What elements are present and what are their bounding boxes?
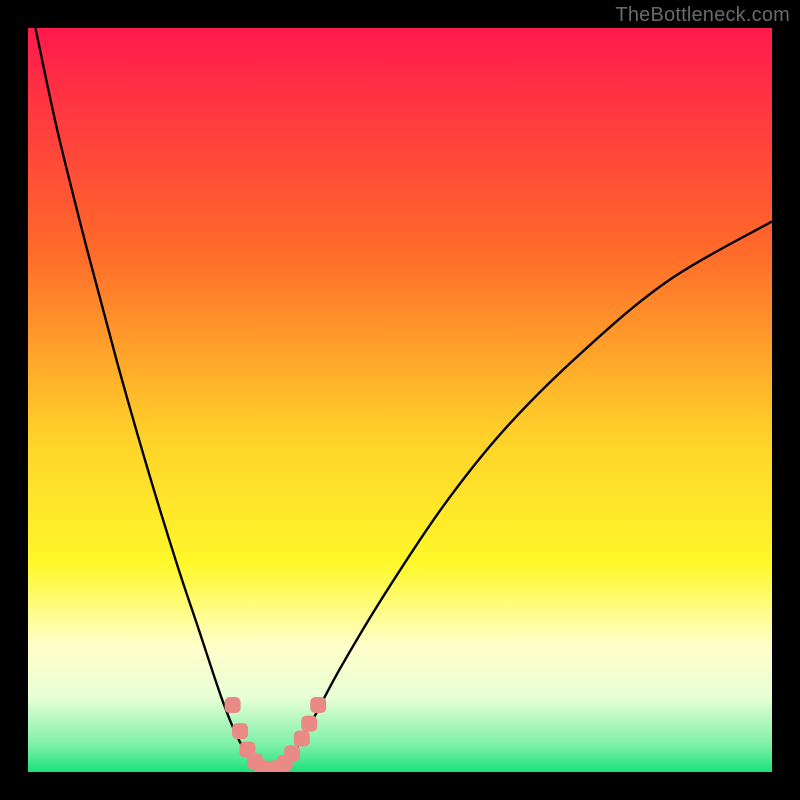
bottleneck-chart [28,28,772,772]
marker-point [301,716,317,732]
marker-point [225,697,241,713]
marker-point [232,723,248,739]
plot-area [28,28,772,772]
attribution-text: TheBottleneck.com [615,4,790,27]
marker-point [310,697,326,713]
marker-point [284,745,300,761]
gradient-background [28,28,772,772]
marker-point [294,731,310,747]
outer-black-frame: TheBottleneck.com [0,0,800,800]
